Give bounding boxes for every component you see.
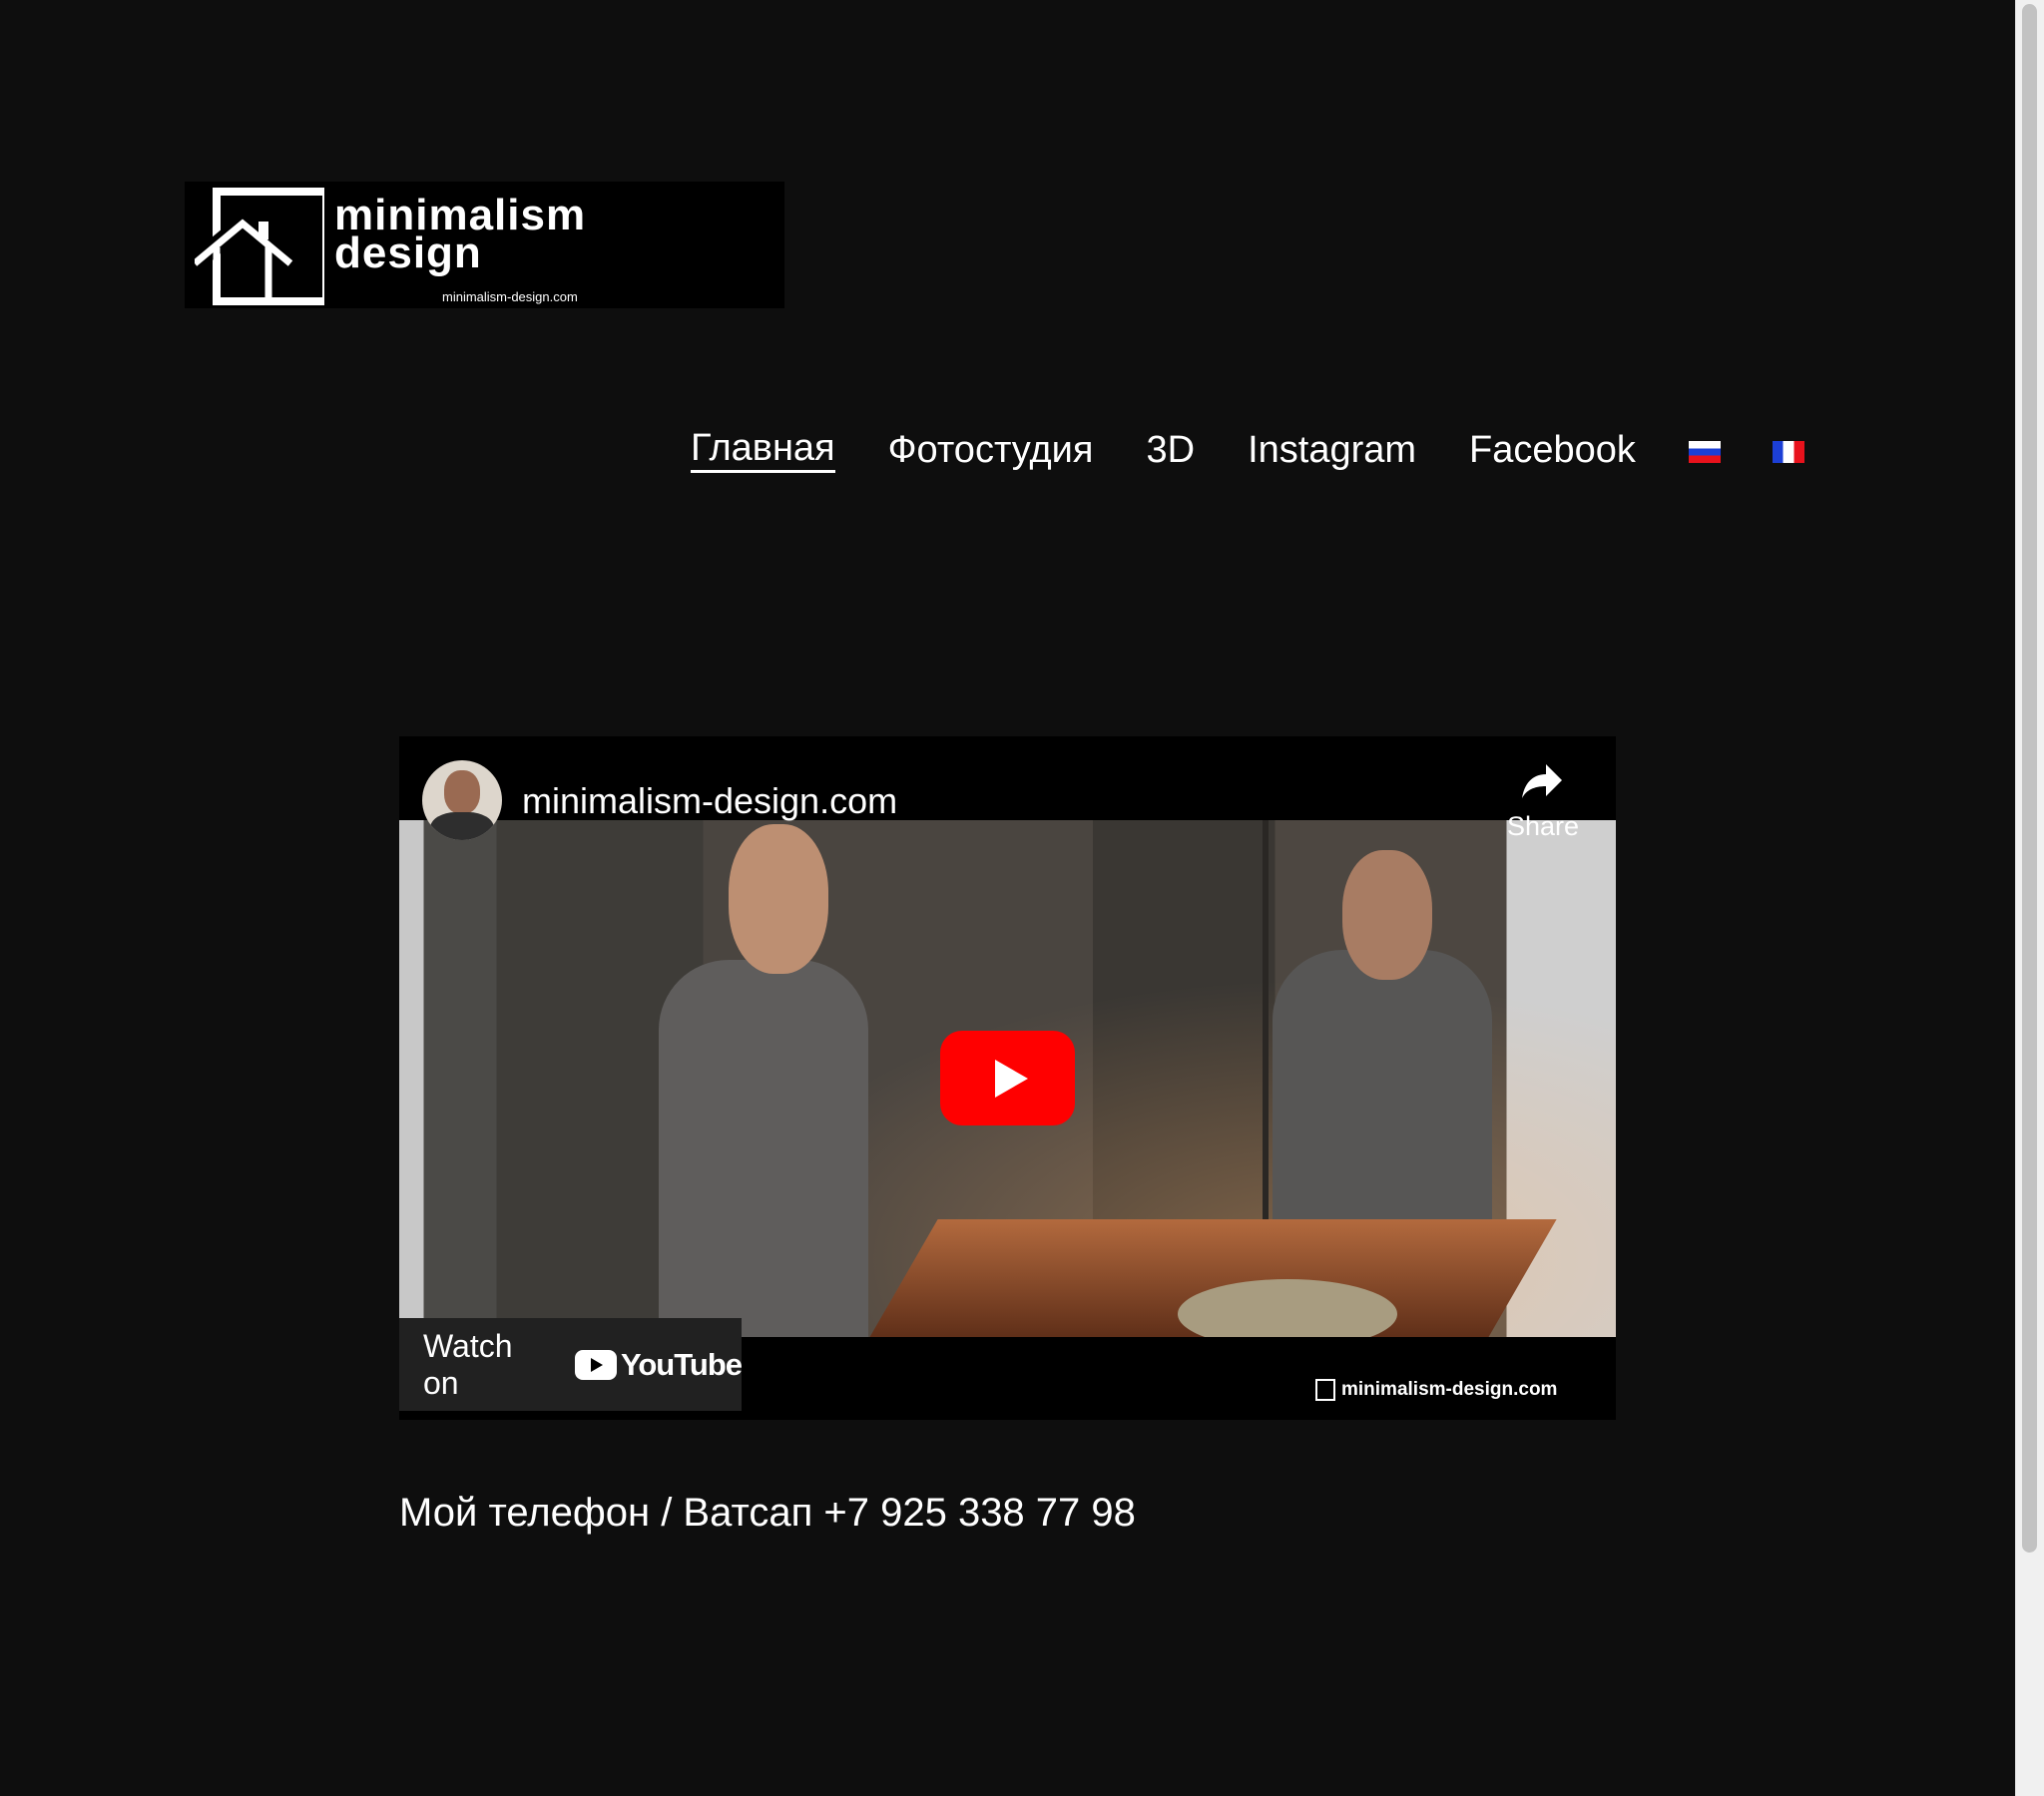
watermark-text: minimalism-design.com — [1341, 1379, 1558, 1400]
nav-item-facebook[interactable]: Facebook — [1469, 427, 1636, 473]
contact-phone: Мой телефон / Ватсап +7 925 338 77 98 — [399, 1491, 1136, 1535]
house-watermark-icon — [1315, 1379, 1335, 1401]
main-nav: Главная Фотостудия 3D Instagram Facebook — [691, 427, 1856, 473]
house-logo-icon — [195, 188, 324, 305]
play-icon — [995, 1060, 1028, 1098]
nav-item-3d[interactable]: 3D — [1147, 427, 1196, 473]
youtube-logo: YouTube — [575, 1346, 743, 1383]
logo-url: minimalism-design.com — [442, 289, 578, 304]
nav-item-instagram[interactable]: Instagram — [1248, 427, 1416, 473]
nav-item-home[interactable]: Главная — [691, 427, 835, 473]
youtube-play-icon — [575, 1349, 617, 1380]
share-button[interactable]: Share — [1507, 762, 1580, 842]
video-watermark: minimalism-design.com — [1315, 1379, 1557, 1401]
youtube-wordmark: YouTube — [621, 1346, 743, 1382]
watch-on-youtube-button[interactable]: Watch on YouTube — [399, 1318, 743, 1411]
play-button[interactable] — [940, 1031, 1075, 1125]
share-label: Share — [1507, 811, 1580, 841]
video-channel-title[interactable]: minimalism-design.com — [522, 780, 897, 822]
fr-flag-icon[interactable] — [1772, 441, 1804, 463]
ru-flag-icon[interactable] — [1688, 441, 1721, 463]
youtube-embed[interactable]: minimalism-design.com Share Watch on You… — [399, 736, 1616, 1420]
share-arrow-icon — [1522, 764, 1562, 798]
site-logo[interactable]: minimalism design minimalism-design.com — [185, 182, 784, 308]
nav-item-photostudio[interactable]: Фотостудия — [888, 427, 1094, 473]
channel-avatar[interactable] — [422, 760, 502, 840]
scrollbar-thumb[interactable] — [2022, 4, 2037, 1553]
page: minimalism design minimalism-design.com … — [0, 0, 2015, 1796]
watch-on-label: Watch on — [423, 1327, 513, 1401]
logo-text-line2: design — [334, 228, 482, 277]
